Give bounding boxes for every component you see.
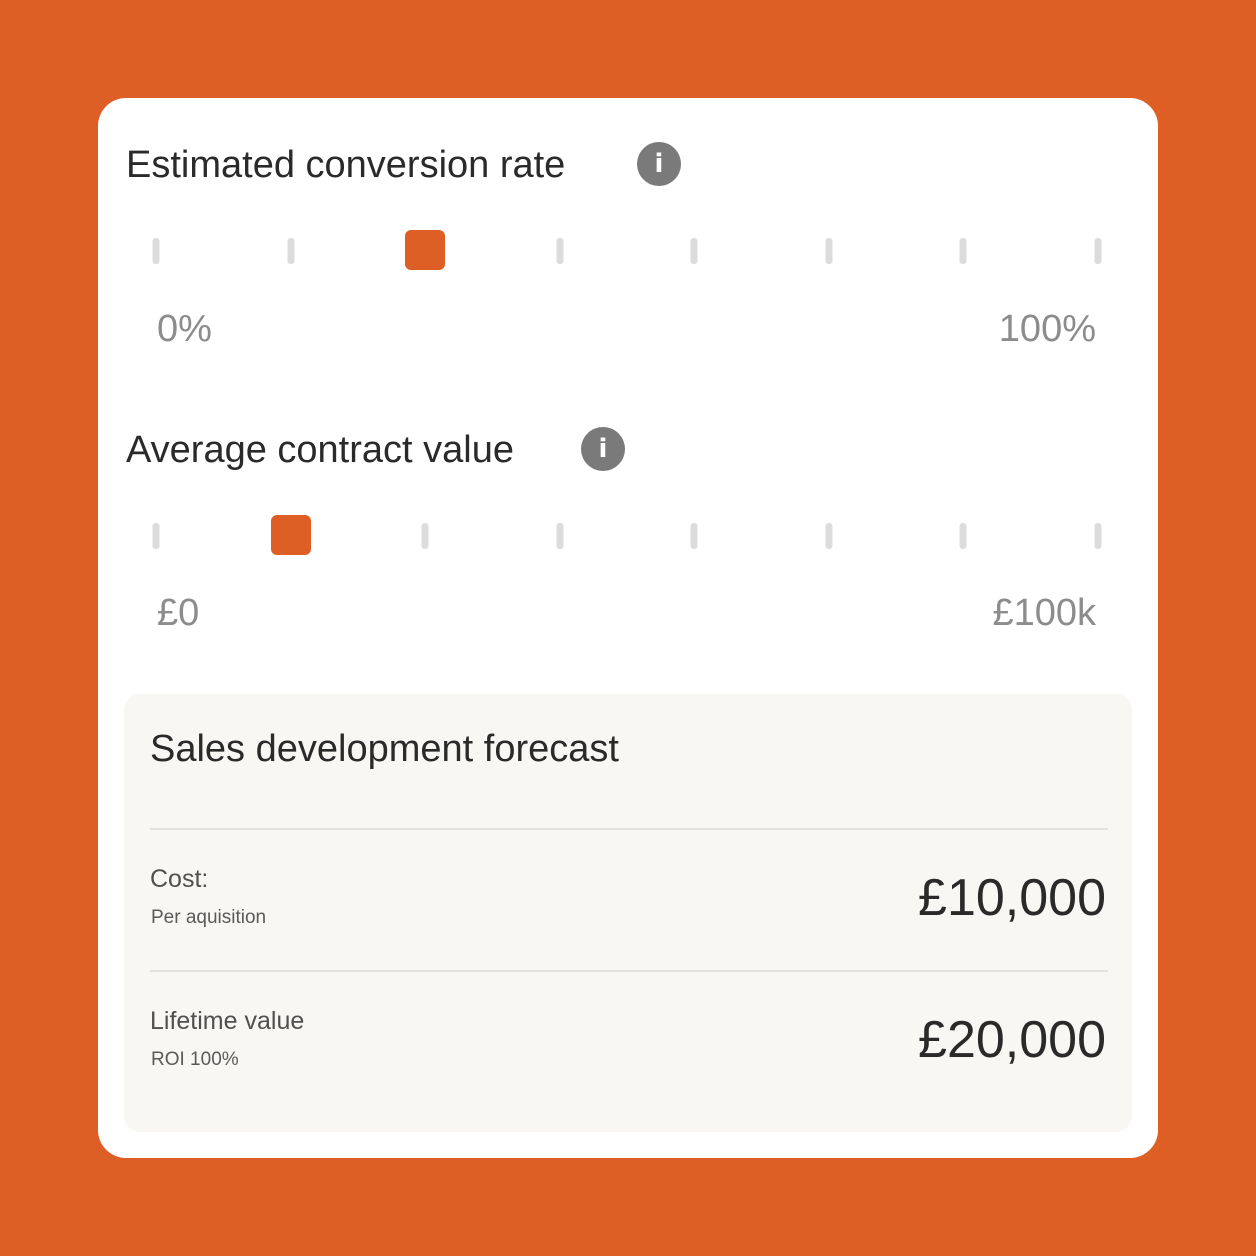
slider-tick[interactable] — [959, 523, 967, 549]
cost-sublabel: Per aquisition — [151, 907, 267, 928]
cost-value: £10,000 — [918, 869, 1106, 927]
slider-tick[interactable] — [690, 523, 698, 549]
sales-forecast-panel: Sales development forecast Cost: Per aqu… — [124, 694, 1132, 1132]
roi-sublabel: ROI 100% — [151, 1049, 239, 1070]
conversion-rate-slider[interactable] — [152, 230, 1102, 270]
contract-value-title: Average contract value — [126, 429, 514, 471]
lifetime-value-amount: £20,000 — [918, 1011, 1106, 1069]
slider-tick[interactable] — [556, 523, 564, 549]
forecast-title: Sales development forecast — [150, 728, 619, 770]
slider-tick[interactable] — [421, 523, 429, 549]
slider-tick[interactable] — [152, 238, 160, 264]
contract-value-slider[interactable] — [152, 515, 1102, 555]
divider — [150, 970, 1108, 972]
cost-label: Cost: — [150, 865, 209, 893]
conversion-rate-title: Estimated conversion rate — [126, 144, 566, 186]
slider-tick[interactable] — [690, 238, 698, 264]
divider — [150, 828, 1108, 830]
slider-tick[interactable] — [825, 238, 833, 264]
contract-info-icon[interactable]: i — [581, 427, 625, 471]
conversion-slider-thumb[interactable] — [405, 230, 446, 270]
slider-tick[interactable] — [287, 238, 295, 264]
lifetime-value-label: Lifetime value — [150, 1007, 305, 1035]
conversion-min-label: 0% — [157, 308, 212, 350]
contract-min-label: £0 — [157, 592, 200, 634]
slider-tick[interactable] — [1094, 238, 1102, 264]
slider-tick[interactable] — [825, 523, 833, 549]
conversion-max-label: 100% — [998, 308, 1096, 350]
roi-calculator-card: Estimated conversion rate i 0% 100% Aver… — [98, 98, 1158, 1158]
slider-tick[interactable] — [152, 523, 160, 549]
slider-tick[interactable] — [959, 238, 967, 264]
contract-max-label: £100k — [992, 592, 1096, 634]
slider-tick[interactable] — [1094, 523, 1102, 549]
slider-tick[interactable] — [556, 238, 564, 264]
conversion-info-icon[interactable]: i — [637, 142, 681, 186]
contract-slider-thumb[interactable] — [270, 515, 311, 555]
